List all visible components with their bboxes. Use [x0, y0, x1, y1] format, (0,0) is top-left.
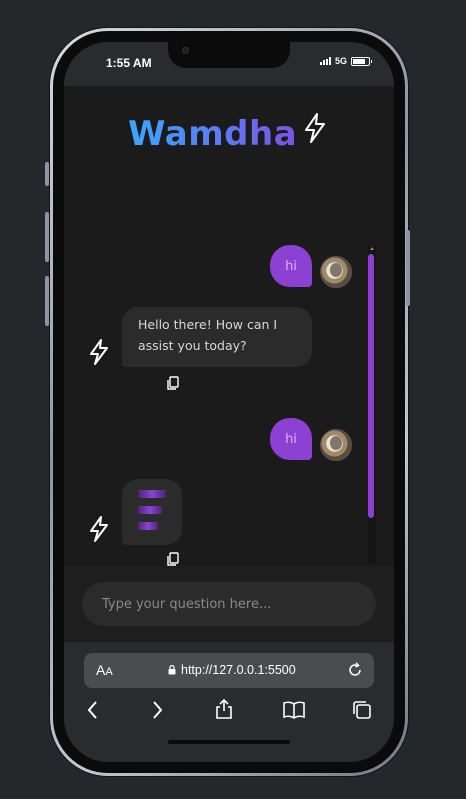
share-icon[interactable]	[214, 698, 234, 720]
bot-message-line: Hello there! How can I	[138, 317, 278, 332]
user-message: hi	[270, 418, 312, 460]
scroll-up-icon[interactable]	[370, 247, 374, 250]
question-input[interactable]	[82, 582, 376, 626]
network-label: 5G	[334, 56, 347, 66]
battery-icon	[351, 56, 372, 66]
typing-indicator	[122, 479, 182, 545]
copy-icon[interactable]	[166, 552, 180, 566]
forward-icon[interactable]	[150, 700, 164, 720]
url-display[interactable]: http://127.0.0.1:5500	[168, 663, 296, 677]
user-message: hi	[270, 245, 312, 287]
composer	[64, 566, 394, 642]
reader-aa-button[interactable]: AA	[96, 662, 113, 678]
copy-icon[interactable]	[166, 376, 180, 390]
user-avatar	[320, 256, 352, 288]
signal-icon	[319, 57, 331, 65]
user-avatar	[320, 429, 352, 461]
bot-message: Hello there! How can I assist you today?	[122, 307, 312, 367]
silent-switch	[45, 162, 49, 186]
browser-toolbar: AA http://127.0.0.1:5500	[64, 642, 394, 762]
lock-icon	[168, 665, 176, 675]
power-button	[406, 230, 410, 306]
bot-bolt-icon	[90, 516, 108, 542]
bolt-icon	[305, 113, 325, 143]
home-indicator	[168, 740, 290, 744]
back-icon[interactable]	[86, 700, 100, 720]
chat-scrollbar-thumb[interactable]	[368, 254, 374, 518]
bot-message-line: assist you today?	[138, 338, 247, 353]
status-indicators: 5G	[319, 56, 372, 66]
bookmarks-icon[interactable]	[282, 701, 306, 719]
loader-bar	[138, 522, 158, 530]
camera-icon	[182, 47, 189, 54]
screen: 1:55 AM 5G Wamdha hi Hello there! How ca…	[64, 42, 394, 762]
loader-bar	[138, 490, 166, 498]
reload-icon[interactable]	[346, 661, 364, 679]
url-text: http://127.0.0.1:5500	[181, 663, 296, 677]
status-time: 1:55 AM	[106, 56, 152, 70]
aa-small-label: A	[105, 666, 113, 678]
aa-label: A	[96, 662, 106, 678]
loader-bar	[138, 506, 162, 514]
tabs-icon[interactable]	[352, 700, 372, 720]
brand-title: Wamdha	[128, 114, 298, 154]
address-bar[interactable]: AA http://127.0.0.1:5500	[84, 653, 374, 688]
volume-up-button	[45, 212, 49, 262]
bot-bolt-icon	[90, 339, 108, 365]
notch	[168, 42, 290, 68]
volume-down-button	[45, 276, 49, 326]
